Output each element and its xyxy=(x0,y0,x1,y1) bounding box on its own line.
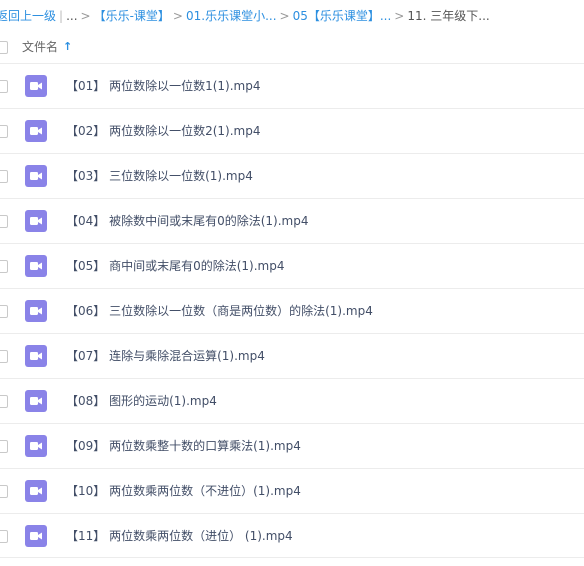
file-name[interactable]: 【01】 两位数除以一位数1(1).mp4 xyxy=(66,77,260,95)
file-name[interactable]: 【10】 两位数乘两位数（不进位）(1).mp4 xyxy=(66,482,301,500)
breadcrumb-separator: > xyxy=(394,9,405,23)
video-file-icon xyxy=(25,435,47,457)
row-checkbox[interactable] xyxy=(0,530,8,543)
column-header-filename[interactable]: 文件名 xyxy=(22,39,58,55)
file-browser: 返回上一级 |... > 【乐乐-课堂】 >01.乐乐课堂小... >05【乐乐课堂】..… xyxy=(0,0,584,566)
file-list: 【01】 两位数除以一位数1(1).mp4 【02】 两位数除以一位数2(1).… xyxy=(0,63,584,558)
sort-ascending-icon[interactable]: ↑ xyxy=(63,39,72,55)
file-row[interactable]: 【06】 三位数除以一位数（商是两位数）的除法(1).mp4 xyxy=(0,288,584,333)
breadcrumb: 返回上一级 |... > 【乐乐-课堂】 >01.乐乐课堂小... >05【乐乐课堂】..… xyxy=(0,5,490,27)
row-checkbox[interactable] xyxy=(0,80,8,93)
select-all-checkbox[interactable] xyxy=(0,41,8,54)
file-row[interactable]: 【11】 两位数乘两位数（进位） (1).mp4 xyxy=(0,513,584,558)
file-name[interactable]: 【11】 两位数乘两位数（进位） (1).mp4 xyxy=(66,527,293,545)
row-checkbox[interactable] xyxy=(0,215,8,228)
video-file-icon xyxy=(25,75,47,97)
row-checkbox[interactable] xyxy=(0,170,8,183)
file-name[interactable]: 【03】 三位数除以一位数(1).mp4 xyxy=(66,167,253,185)
file-row[interactable]: 【03】 三位数除以一位数(1).mp4 xyxy=(0,153,584,198)
breadcrumb-ellipsis[interactable]: ... xyxy=(66,5,77,27)
row-checkbox[interactable] xyxy=(0,440,8,453)
video-file-icon xyxy=(25,210,47,232)
video-file-icon xyxy=(25,345,47,367)
file-row[interactable]: 【04】 被除数中间或末尾有0的除法(1).mp4 xyxy=(0,198,584,243)
breadcrumb-divider: | xyxy=(59,9,64,23)
breadcrumb-separator: > xyxy=(172,9,183,23)
row-checkbox[interactable] xyxy=(0,395,8,408)
row-checkbox[interactable] xyxy=(0,305,8,318)
video-file-icon xyxy=(25,255,47,277)
video-file-icon xyxy=(25,300,47,322)
video-file-icon xyxy=(25,525,47,547)
file-row[interactable]: 【01】 两位数除以一位数1(1).mp4 xyxy=(0,63,584,108)
file-row[interactable]: 【08】 图形的运动(1).mp4 xyxy=(0,378,584,423)
file-row[interactable]: 【02】 两位数除以一位数2(1).mp4 xyxy=(0,108,584,153)
row-checkbox[interactable] xyxy=(0,125,8,138)
breadcrumb-item-3[interactable]: 05【乐乐课堂】... xyxy=(293,5,392,27)
file-row[interactable]: 【05】 商中间或末尾有0的除法(1).mp4 xyxy=(0,243,584,288)
video-file-icon xyxy=(25,165,47,187)
file-row[interactable]: 【09】 两位数乘整十数的口算乘法(1).mp4 xyxy=(0,423,584,468)
row-checkbox[interactable] xyxy=(0,260,8,273)
file-name[interactable]: 【02】 两位数除以一位数2(1).mp4 xyxy=(66,122,260,140)
breadcrumb-separator: > xyxy=(80,9,91,23)
row-checkbox[interactable] xyxy=(0,350,8,363)
breadcrumb-current: 11. 三年级下... xyxy=(407,9,490,23)
breadcrumb-item-1[interactable]: 【乐乐-课堂】 xyxy=(94,5,170,27)
breadcrumb-item-2[interactable]: 01.乐乐课堂小... xyxy=(186,5,277,27)
file-row[interactable]: 【10】 两位数乘两位数（不进位）(1).mp4 xyxy=(0,468,584,513)
file-row[interactable]: 【07】 连除与乘除混合运算(1).mp4 xyxy=(0,333,584,378)
file-name[interactable]: 【04】 被除数中间或末尾有0的除法(1).mp4 xyxy=(66,212,308,230)
back-link[interactable]: 返回上一级 xyxy=(0,5,56,27)
row-checkbox[interactable] xyxy=(0,485,8,498)
file-name[interactable]: 【08】 图形的运动(1).mp4 xyxy=(66,392,217,410)
file-name[interactable]: 【05】 商中间或末尾有0的除法(1).mp4 xyxy=(66,257,284,275)
file-name[interactable]: 【09】 两位数乘整十数的口算乘法(1).mp4 xyxy=(66,437,301,455)
file-name[interactable]: 【06】 三位数除以一位数（商是两位数）的除法(1).mp4 xyxy=(66,302,373,320)
video-file-icon xyxy=(25,120,47,142)
file-name[interactable]: 【07】 连除与乘除混合运算(1).mp4 xyxy=(66,347,265,365)
list-header: 文件名 ↑ xyxy=(0,34,584,60)
video-file-icon xyxy=(25,390,47,412)
breadcrumb-separator: > xyxy=(279,9,290,23)
video-file-icon xyxy=(25,480,47,502)
